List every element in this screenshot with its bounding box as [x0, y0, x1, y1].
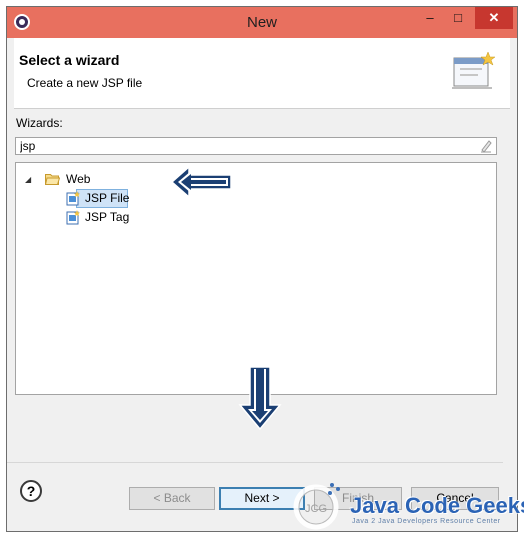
folder-icon [45, 174, 60, 185]
clear-filter-icon[interactable] [479, 139, 493, 153]
tree-folder-web[interactable]: ◢ Web [21, 170, 141, 188]
header-description: Create a new JSP file [27, 76, 143, 90]
tree-item-jsp-file[interactable]: JSP File [61, 189, 141, 207]
wizard-banner-icon [452, 51, 496, 89]
jsp-file-icon [66, 191, 80, 206]
watermark-logo-icon: JCG [293, 483, 340, 530]
expand-chevron-icon[interactable]: ◢ [25, 176, 33, 184]
tree-item-label: JSP Tag [85, 210, 130, 224]
left-arrow-annotation-icon [170, 165, 232, 199]
tree-item-label: JSP File [85, 191, 130, 205]
svg-text:JCG: JCG [305, 503, 327, 515]
minimize-button[interactable]: – [417, 7, 443, 29]
maximize-button[interactable]: □ [445, 7, 471, 29]
back-button[interactable]: < Back [129, 487, 215, 510]
tree-folder-label: Web [66, 172, 91, 186]
wizards-label: Wizards: [16, 116, 63, 130]
title-bar[interactable]: New – □ ✕ [7, 7, 517, 38]
watermark-subtitle: Java 2 Java Developers Resource Center [352, 518, 501, 525]
help-button[interactable]: ? [20, 480, 42, 502]
header-title: Select a wizard [19, 52, 120, 68]
wizard-header: Select a wizard Create a new JSP file [14, 38, 510, 109]
watermark: JCG Java Code Geeks Java 2 Java Develope… [286, 477, 524, 532]
down-arrow-annotation-icon [238, 366, 282, 431]
watermark-title: Java Code Geeks [350, 493, 524, 518]
jsp-tag-icon [66, 210, 80, 225]
wizard-filter-input[interactable] [15, 137, 497, 155]
tree-item-jsp-tag[interactable]: JSP Tag [61, 208, 141, 226]
close-button[interactable]: ✕ [475, 7, 513, 29]
wizard-tree[interactable]: ◢ Web JSP File JSP Tag [15, 162, 497, 395]
